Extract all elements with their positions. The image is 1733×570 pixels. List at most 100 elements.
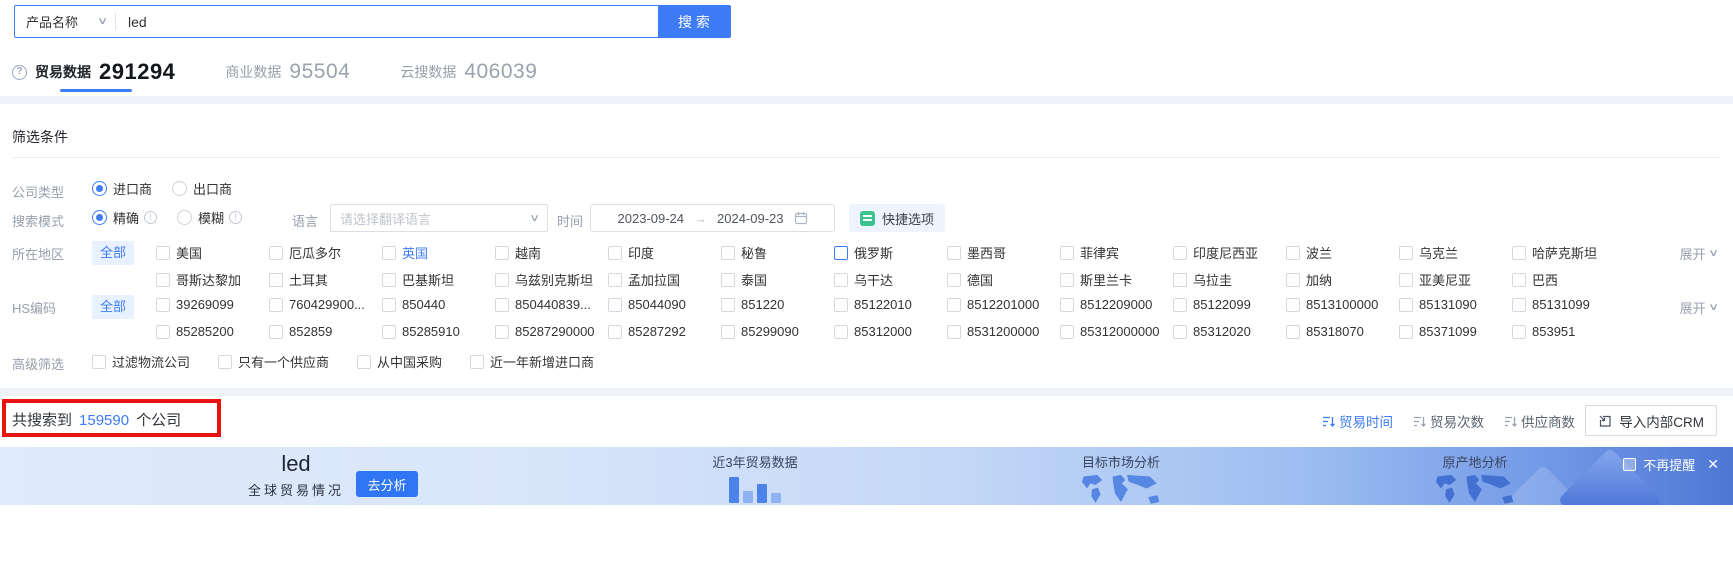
filter-option-乌克兰[interactable]: 乌克兰 (1399, 243, 1512, 262)
filter-option-加纳[interactable]: 加纳 (1286, 270, 1399, 289)
filter-option-8531200000[interactable]: 8531200000 (947, 324, 1060, 339)
language-select[interactable]: 请选择翻译语言 ∨ (330, 204, 548, 232)
radio-exporter[interactable]: 出口商 (172, 179, 232, 198)
filter-option-85285910[interactable]: 85285910 (382, 324, 495, 339)
checkbox[interactable] (92, 354, 106, 369)
filter-option-760429900...[interactable]: 760429900... (269, 297, 382, 312)
filter-option-852859[interactable]: 852859 (269, 324, 382, 339)
checkbox[interactable] (721, 272, 735, 287)
sort-supplier-count[interactable]: 供应商数 (1504, 411, 1575, 431)
checkbox[interactable] (1173, 324, 1187, 339)
checkbox[interactable] (1286, 324, 1300, 339)
region-all-chip[interactable]: 全部 (92, 241, 134, 265)
filter-option-85131099[interactable]: 85131099 (1512, 297, 1625, 312)
checkbox[interactable] (608, 245, 622, 260)
filter-option-乌拉圭[interactable]: 乌拉圭 (1173, 270, 1286, 289)
checkbox[interactable] (269, 245, 283, 260)
checkbox[interactable] (1399, 245, 1413, 260)
checkbox[interactable] (608, 324, 622, 339)
checkbox[interactable] (269, 272, 283, 287)
checkbox[interactable] (947, 297, 961, 312)
checkbox[interactable] (1286, 245, 1300, 260)
tab-cloud-search-data[interactable]: 云搜数据 406039 (400, 60, 537, 84)
checkbox[interactable] (382, 245, 396, 260)
checkbox[interactable] (495, 297, 509, 312)
filter-option-德国[interactable]: 德国 (947, 270, 1060, 289)
info-icon[interactable]: ! (144, 211, 158, 224)
close-icon[interactable]: ✕ (1707, 456, 1719, 473)
filter-option-只有一个供应商[interactable]: 只有一个供应商 (218, 352, 329, 371)
checkbox[interactable] (608, 297, 622, 312)
checkbox[interactable] (947, 272, 961, 287)
filter-option-85299090[interactable]: 85299090 (721, 324, 834, 339)
checkbox[interactable] (947, 324, 961, 339)
checkbox[interactable] (834, 324, 848, 339)
help-icon[interactable]: ? (12, 64, 27, 80)
dismiss-label[interactable]: 不再提醒 (1643, 455, 1695, 474)
card-trade-data-3y[interactable]: 近3年贸易数据 (695, 452, 815, 503)
filter-option-853951[interactable]: 853951 (1512, 324, 1625, 339)
checkbox[interactable] (1512, 324, 1526, 339)
filter-option-哥斯达黎加[interactable]: 哥斯达黎加 (156, 270, 269, 289)
filter-option-斯里兰卡[interactable]: 斯里兰卡 (1060, 270, 1173, 289)
filter-option-过滤物流公司[interactable]: 过滤物流公司 (92, 352, 190, 371)
checkbox[interactable] (495, 272, 509, 287)
tab-trade-data[interactable]: ? 贸易数据 291294 (12, 59, 175, 85)
filter-option-厄瓜多尔[interactable]: 厄瓜多尔 (269, 243, 382, 262)
radio-icon[interactable] (172, 181, 188, 196)
filter-option-英国[interactable]: 英国 (382, 243, 495, 262)
radio-exact[interactable]: 精确 ! (92, 208, 158, 227)
checkbox[interactable] (1060, 272, 1074, 287)
checkbox[interactable] (1060, 324, 1074, 339)
import-crm-button[interactable]: 导入内部CRM (1585, 405, 1717, 436)
checkbox[interactable] (1286, 297, 1300, 312)
card-target-market[interactable]: 目标市场分析 (1060, 452, 1182, 505)
checkbox[interactable] (1173, 272, 1187, 287)
filter-option-85287292[interactable]: 85287292 (608, 324, 721, 339)
checkbox[interactable] (1286, 272, 1300, 287)
filter-option-39269099[interactable]: 39269099 (156, 297, 269, 312)
checkbox[interactable] (156, 324, 170, 339)
info-icon[interactable]: ! (229, 211, 243, 224)
sort-trade-count[interactable]: 贸易次数 (1413, 411, 1484, 431)
checkbox[interactable] (1512, 245, 1526, 260)
checkbox[interactable] (1512, 297, 1526, 312)
checkbox[interactable] (218, 354, 233, 369)
filter-option-850440[interactable]: 850440 (382, 297, 495, 312)
checkbox[interactable] (721, 324, 735, 339)
dismiss-checkbox[interactable] (1623, 458, 1637, 471)
filter-option-85312020[interactable]: 85312020 (1173, 324, 1286, 339)
filter-option-85285200[interactable]: 85285200 (156, 324, 269, 339)
checkbox[interactable] (382, 297, 396, 312)
checkbox[interactable] (1173, 245, 1187, 260)
checkbox[interactable] (156, 297, 170, 312)
filter-option-85312000[interactable]: 85312000 (834, 324, 947, 339)
filter-option-85122010[interactable]: 85122010 (834, 297, 947, 312)
filter-option-85122099[interactable]: 85122099 (1173, 297, 1286, 312)
filter-option-85287290000[interactable]: 85287290000 (495, 324, 608, 339)
checkbox[interactable] (357, 354, 372, 369)
filter-option-巴基斯坦[interactable]: 巴基斯坦 (382, 270, 495, 289)
checkbox[interactable] (1060, 297, 1074, 312)
checkbox[interactable] (721, 297, 735, 312)
filter-option-孟加拉国[interactable]: 孟加拉国 (608, 270, 721, 289)
filter-option-印度尼西亚[interactable]: 印度尼西亚 (1173, 243, 1286, 262)
checkbox[interactable] (382, 272, 396, 287)
checkbox[interactable] (1399, 324, 1413, 339)
date-range-picker[interactable]: 2023-09-24 → 2024-09-23 (590, 204, 835, 232)
filter-option-泰国[interactable]: 泰国 (721, 270, 834, 289)
filter-option-85131090[interactable]: 85131090 (1399, 297, 1512, 312)
checkbox[interactable] (470, 354, 485, 369)
region-expand-button[interactable]: 展开 ∨ (1680, 244, 1719, 263)
checkbox[interactable] (834, 297, 848, 312)
filter-option-乌兹别克斯坦[interactable]: 乌兹别克斯坦 (495, 270, 608, 289)
checkbox[interactable] (382, 324, 396, 339)
checkbox[interactable] (1512, 272, 1526, 287)
analyze-button[interactable]: 去分析 (356, 471, 418, 497)
checkbox[interactable] (1399, 297, 1413, 312)
checkbox[interactable] (269, 297, 283, 312)
radio-icon[interactable] (177, 210, 193, 225)
filter-option-8512209000[interactable]: 8512209000 (1060, 297, 1173, 312)
radio-fuzzy[interactable]: 模糊 ! (177, 208, 243, 227)
filter-option-哈萨克斯坦[interactable]: 哈萨克斯坦 (1512, 243, 1625, 262)
